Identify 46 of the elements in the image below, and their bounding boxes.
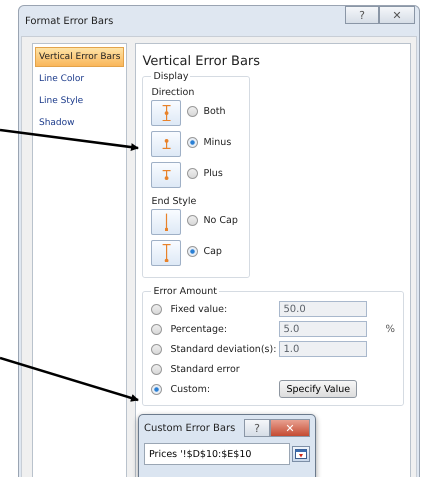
option-label: Custom: (170, 384, 210, 394)
range-select-icon (295, 449, 307, 459)
panel-heading: Vertical Error Bars (142, 54, 262, 69)
error-bar-style-button[interactable] (151, 131, 182, 157)
help-button[interactable]: ? (345, 6, 379, 24)
radio-button[interactable] (187, 106, 198, 117)
range-field[interactable]: Prices '!$D$10:$E$10 (144, 443, 290, 465)
error-bar-style-button[interactable] (151, 162, 182, 188)
help-button[interactable]: ? (244, 419, 270, 437)
option-label: Standard error (170, 364, 240, 374)
group-legend: Display (151, 71, 190, 82)
radio-button[interactable] (187, 246, 198, 257)
radio-button[interactable] (151, 384, 162, 394)
error-bar-style-button[interactable] (151, 209, 182, 235)
error-bar-icon (162, 170, 172, 180)
error-bar-icon (164, 212, 168, 232)
option-label: Minus (203, 137, 232, 148)
specify-value-button[interactable]: Specify Value (279, 380, 358, 398)
option-label: Percentage: (170, 324, 228, 334)
sidebar-item[interactable]: Line Style (35, 91, 124, 111)
section-label: End Style (151, 196, 198, 207)
sidebar-item[interactable]: Shadow (35, 113, 124, 133)
window-title: Format Error Bars (25, 16, 114, 26)
error-bar-icon (162, 244, 172, 262)
option-label: Standard deviation(s): (170, 344, 276, 354)
radio-button[interactable] (187, 137, 198, 148)
sidebar-item[interactable]: Vertical Error Bars (35, 47, 124, 67)
option-label: Both (203, 106, 226, 117)
window-title: Custom Error Bars (144, 422, 236, 434)
error-bar-icon (162, 139, 172, 149)
error-bar-icon (162, 104, 172, 122)
group-legend: Error Amount (151, 286, 219, 297)
option-label: Fixed value: (170, 304, 228, 314)
radio-button[interactable] (151, 364, 162, 374)
option-label: No Cap (203, 215, 238, 226)
unit-label: % (385, 324, 395, 334)
error-bar-style-button[interactable] (151, 100, 182, 126)
radio-button[interactable] (187, 168, 198, 179)
radio-button[interactable] (187, 215, 198, 226)
option-label: Cap (203, 246, 222, 257)
close-button[interactable]: ✕ (379, 6, 415, 24)
collapse-dialog-button[interactable] (292, 446, 310, 462)
error-bar-style-button[interactable] (151, 240, 182, 266)
sidebar-item[interactable]: Line Color (35, 69, 124, 89)
section-label: Direction (151, 87, 196, 98)
option-label: Plus (203, 168, 223, 179)
